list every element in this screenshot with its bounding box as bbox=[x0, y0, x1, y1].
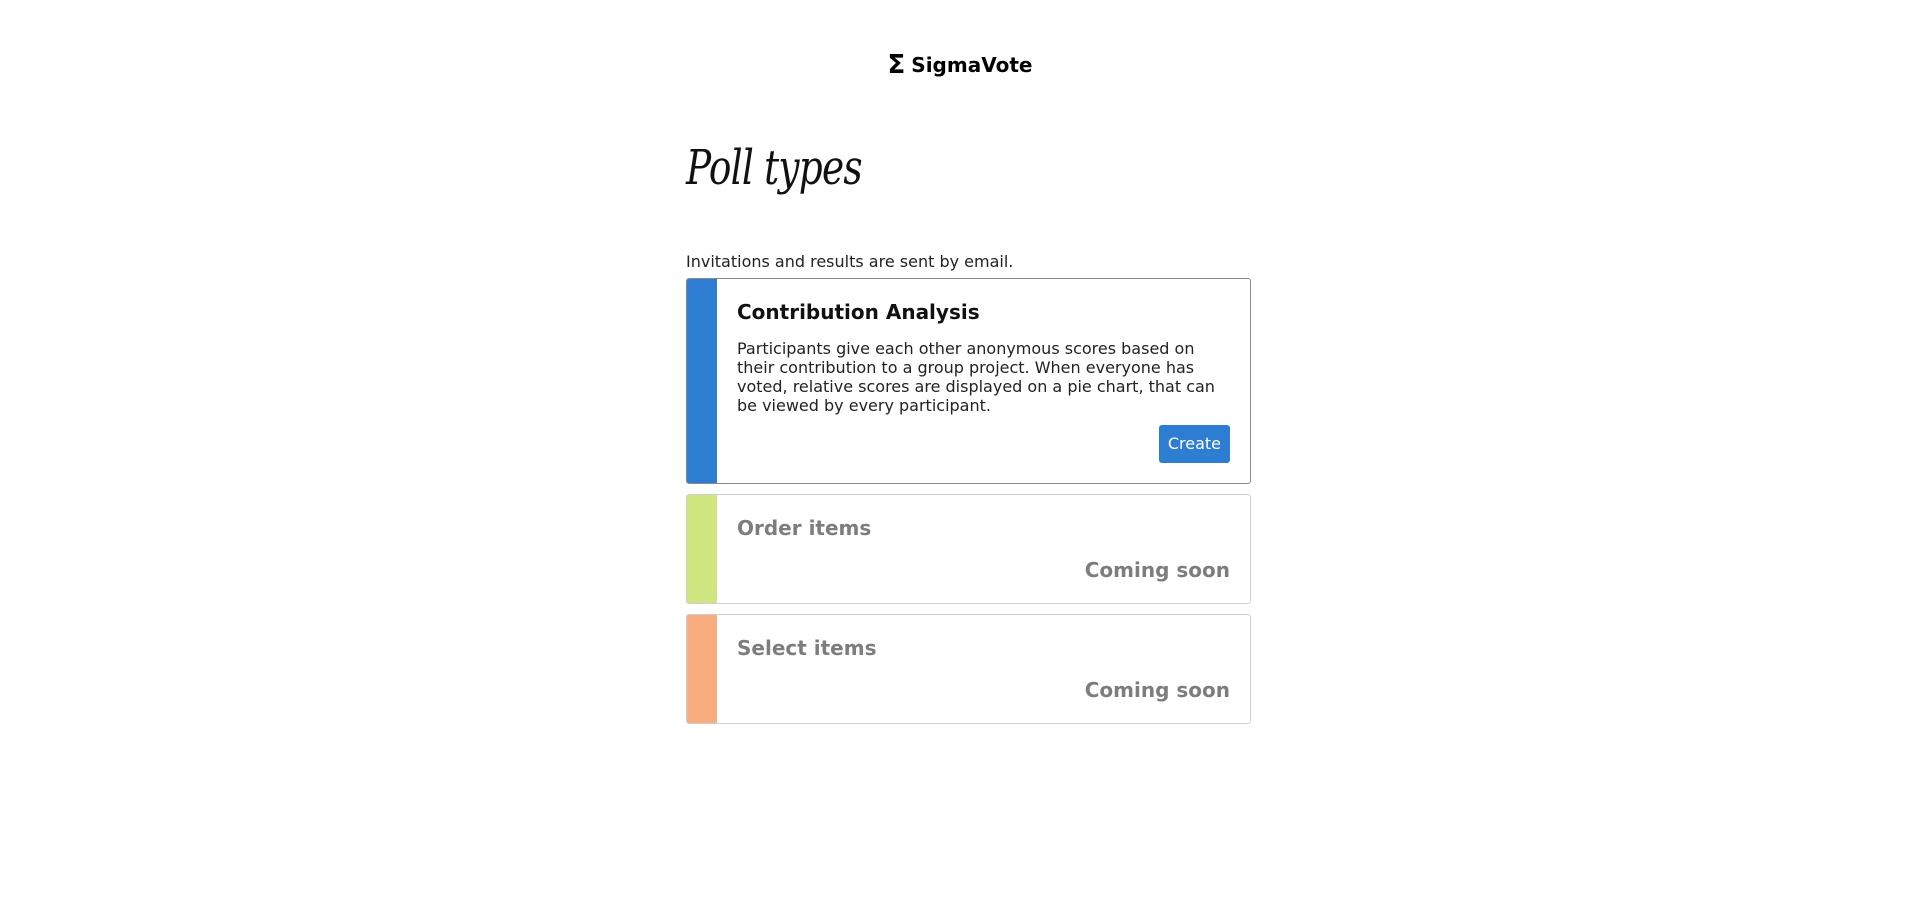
sigma-icon: Σ bbox=[887, 50, 906, 80]
card-title: Contribution Analysis bbox=[737, 300, 980, 324]
poll-type-card-select-items: Select items Coming soon bbox=[686, 614, 1251, 724]
page-title: Poll types bbox=[686, 140, 863, 196]
brand-name: SigmaVote bbox=[911, 53, 1033, 77]
card-color-stripe bbox=[687, 615, 717, 723]
card-description: Participants give each other anonymous s… bbox=[737, 339, 1215, 415]
card-color-stripe bbox=[687, 495, 717, 603]
coming-soon-label: Coming soon bbox=[1084, 558, 1230, 582]
page: Σ SigmaVote Poll types Invitations and re… bbox=[0, 0, 1920, 913]
coming-soon-label: Coming soon bbox=[1084, 678, 1230, 702]
create-button[interactable]: Create bbox=[1158, 425, 1230, 463]
poll-type-card-contribution-analysis: Contribution Analysis Participants give … bbox=[686, 278, 1251, 484]
card-color-stripe bbox=[687, 279, 717, 483]
intro-text: Invitations and results are sent by emai… bbox=[686, 252, 1014, 271]
card-title: Order items bbox=[737, 516, 872, 540]
card-title: Select items bbox=[737, 636, 877, 660]
poll-type-card-order-items: Order items Coming soon bbox=[686, 494, 1251, 604]
main-content: Poll types Invitations and results are s… bbox=[686, 136, 1251, 724]
brand-logo[interactable]: Σ SigmaVote bbox=[0, 50, 1920, 80]
